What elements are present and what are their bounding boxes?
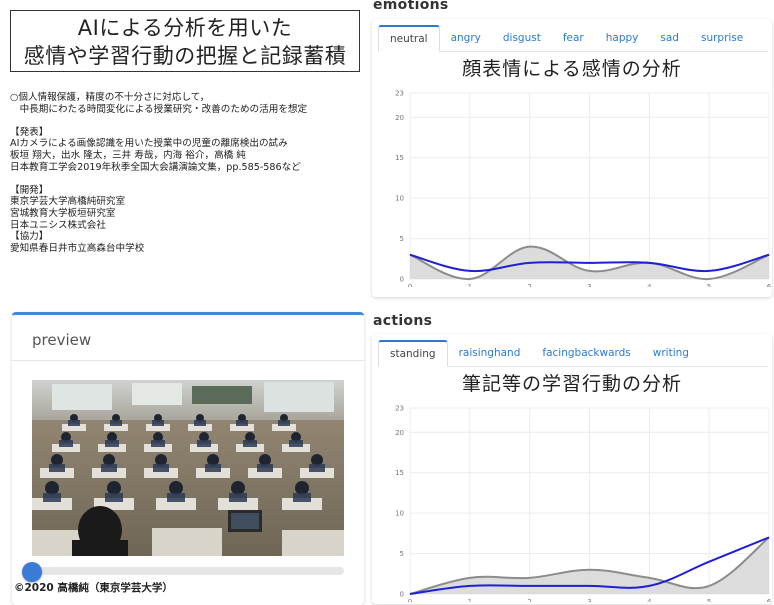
intro-line: ○個人情報保護，精度の不十分さに対応して， — [10, 92, 370, 104]
actions-chart-x-tick-label: 0 — [408, 598, 412, 602]
actions-chart-x-tick-label: 1 — [468, 598, 472, 602]
preview-panel: preview — [12, 312, 364, 605]
actions-chart-y-tick-label: 5 — [400, 550, 404, 558]
presentation-line: AIカメラによる画像認識を用いた授業中の児童の離席検出の試み — [10, 138, 370, 150]
emotions-chart-grid — [410, 93, 769, 279]
actions-chart-y-tick-label: 15 — [395, 469, 404, 477]
cooperation-line: 愛知県春日井市立高森台中学校 — [10, 243, 370, 255]
tab-raisinghand[interactable]: raisinghand — [448, 340, 532, 366]
actions-panel: standing raisinghand facingbackwards wri… — [372, 334, 772, 604]
tab-neutral[interactable]: neutral — [378, 25, 440, 52]
emotions-section-title: emotions — [373, 0, 449, 13]
tab-standing[interactable]: standing — [378, 340, 448, 367]
actions-chart-x-tick-label: 3 — [587, 598, 591, 602]
poster-title: AIによる分析を用いた 感情や学習行動の把握と記録蓄積 — [10, 10, 360, 72]
emotions-chart-x-tick-label: 3 — [587, 283, 591, 287]
copyright-notice: ©2020 高橋純（東京学芸大学） — [14, 580, 173, 595]
emotions-chart: 05101520230123456 — [372, 75, 772, 287]
intro-line: 中長期にわたる時間変化による授業研究・改善のための活用を想定 — [10, 104, 370, 116]
description: ○個人情報保護，精度の不十分さに対応して， 中長期にわたる時間変化による授業研究… — [10, 92, 370, 254]
actions-chart-x-tick-label: 5 — [707, 598, 711, 602]
development-line: 東京学芸大学高橋純研究室 — [10, 196, 370, 208]
emotions-chart-y-tick-label: 10 — [395, 195, 404, 203]
tab-fear[interactable]: fear — [552, 25, 595, 51]
actions-chart-y-tick-label: 10 — [395, 510, 404, 518]
emotions-chart-x-tick-label: 0 — [408, 283, 412, 287]
video-seek-slider[interactable] — [32, 567, 344, 575]
emotions-tab-bar: neutral angry disgust fear happy sad sur… — [378, 25, 768, 52]
presentation-heading: 【発表】 — [10, 127, 370, 139]
emotions-chart-x-tick-label: 2 — [527, 283, 531, 287]
actions-chart-x-tick-label: 6 — [767, 598, 772, 602]
emotions-chart-y-tick-label: 15 — [395, 154, 404, 162]
presentation-line: 日本教育工学会2019年秋季全国大会講演論文集，pp.585-586など — [10, 162, 370, 174]
tab-facingbackwards[interactable]: facingbackwards — [531, 340, 641, 366]
emotions-chart-y-tick-label: 5 — [400, 235, 404, 243]
emotions-chart-y-tick-label: 23 — [395, 90, 404, 98]
development-heading: 【開発】 — [10, 185, 370, 197]
video-seek-handle[interactable] — [22, 562, 42, 582]
tab-angry[interactable]: angry — [440, 25, 492, 51]
actions-chart: 05101520230123456 — [372, 390, 772, 602]
emotions-chart-x-tick-label: 5 — [707, 283, 711, 287]
presentation-line: 板垣 翔大，出水 隆太，三井 寿哉，内海 裕介，高橋 純 — [10, 150, 370, 162]
actions-tab-bar: standing raisinghand facingbackwards wri… — [378, 340, 768, 367]
actions-chart-y-tick-label: 20 — [395, 429, 404, 437]
tab-sad[interactable]: sad — [649, 25, 690, 51]
title-line-1: AIによる分析を用いた — [11, 14, 359, 42]
emotions-panel: neutral angry disgust fear happy sad sur… — [372, 19, 772, 297]
actions-chart-y-tick-label: 23 — [395, 405, 404, 413]
preview-title: preview — [32, 331, 91, 349]
preview-divider — [12, 360, 364, 361]
cooperation-heading: 【協力】 — [10, 231, 370, 243]
tab-happy[interactable]: happy — [595, 25, 650, 51]
actions-chart-grid — [410, 408, 769, 594]
actions-chart-x-tick-label: 4 — [647, 598, 652, 602]
tab-disgust[interactable]: disgust — [492, 25, 552, 51]
tab-writing[interactable]: writing — [642, 340, 700, 366]
emotions-chart-y-tick-label: 0 — [400, 276, 404, 284]
tab-surprise[interactable]: surprise — [690, 25, 754, 51]
emotions-chart-x-tick-label: 6 — [767, 283, 772, 287]
emotions-chart-x-tick-label: 1 — [468, 283, 472, 287]
title-line-2: 感情や学習行動の把握と記録蓄積 — [11, 42, 359, 70]
emotions-chart-x-tick-label: 4 — [647, 283, 652, 287]
classroom-photo-illustration — [32, 380, 344, 556]
actions-chart-x-tick-label: 2 — [527, 598, 531, 602]
development-line: 日本ユニシス株式会社 — [10, 220, 370, 232]
actions-chart-y-tick-label: 0 — [400, 591, 404, 599]
emotions-chart-y-tick-label: 20 — [395, 114, 404, 122]
classroom-video-frame[interactable] — [32, 380, 344, 556]
actions-section-title: actions — [373, 313, 432, 329]
development-line: 宮城教育大学板垣研究室 — [10, 208, 370, 220]
